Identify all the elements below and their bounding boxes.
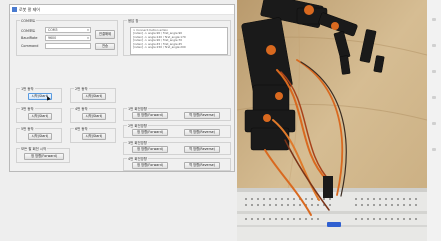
direction-group-4: 4번 회전방향 정 방향(Forward) 역 방향(Reverse) [123,156,231,171]
stage: 로봇 팔 제어 COM포트 COM포트 COM3 ▾ BaudRate 9600… [0,0,441,241]
direction-group-2: 2번 회전방향 정 방향(Forward) 역 방향(Reverse) [123,123,231,138]
main-direction-title: 모든 팔 회전 시작 [20,146,48,151]
main-direction-group: 모든 팔 회전 시작 정 방향(Forward) [16,146,70,163]
forward-button-2[interactable]: 정 방향(Forward) [132,129,168,136]
strip-marker [432,70,436,73]
direction-group-title: 1번 회전방향 [127,106,148,111]
motor-group-3: 3번 동작 시작(Start) [16,106,62,123]
com-port-group: COM포트 COM포트 COM3 ▾ BaudRate 9600 ▾ Comma… [16,18,118,56]
motor-group-title: 4번 동작 [74,106,89,111]
command-label: Command [21,44,39,48]
com-port-group-title: COM포트 [20,18,37,23]
response-log[interactable]: > Connect motion action [index] -> angle… [130,27,228,55]
client-area: COM포트 COM포트 COM3 ▾ BaudRate 9600 ▾ Comma… [10,15,234,171]
motor-group-title: 2번 동작 [74,86,89,91]
strip-marker [432,96,436,99]
connect-button[interactable]: 연결해제 [95,30,115,39]
response-group: 응답 창 > Connect motion action [index] -> … [123,18,231,56]
strip-marker [432,148,436,151]
cable-connector [323,176,333,198]
motor-group-title: 1번 동작 [20,86,35,91]
response-group-title: 응답 창 [127,18,140,23]
chevron-down-icon: ▾ [87,28,89,32]
motor-6-start-button[interactable]: 시작(Start) [82,133,106,140]
baud-rate-select[interactable]: 9600 ▾ [45,35,91,41]
direction-group-1: 1번 회전방향 정 방향(Forward) 역 방향(Reverse) [123,106,231,121]
reverse-button-4[interactable]: 역 방향(Reverse) [184,162,220,169]
forward-button-1[interactable]: 정 방향(Forward) [132,112,168,119]
motor-group-1: 1번 동작 시작(Start) [16,86,62,103]
forward-button-4[interactable]: 정 방향(Forward) [132,162,168,169]
com-port-select[interactable]: COM3 ▾ [45,27,91,33]
reverse-button-3[interactable]: 역 방향(Reverse) [184,146,220,153]
window-title: 로봇 팔 제어 [19,6,40,12]
motor-group-5: 5번 동작 시작(Start) [16,126,62,143]
chevron-down-icon: ▾ [87,36,89,40]
app-icon [12,7,17,12]
direction-group-3: 3번 회전방향 정 방향(Forward) 역 방향(Reverse) [123,140,231,155]
log-line: [index] -> angle:150 / first_angle:200 [133,45,186,50]
direction-group-title: 2번 회전방향 [127,123,148,128]
strip-marker [432,18,436,21]
direction-group-title: 4번 회전방향 [127,156,148,161]
motor-3-start-button[interactable]: 시작(Start) [28,113,52,120]
motor-group-4: 4번 동작 시작(Start) [70,106,116,123]
baud-rate-label: BaudRate [21,36,38,40]
strip-marker [432,44,436,47]
title-bar: 로봇 팔 제어 [10,5,234,15]
motor-group-2: 2번 동작 시작(Start) [70,86,116,103]
forward-button-3[interactable]: 정 방향(Forward) [132,146,168,153]
blue-cable-tag [327,222,341,227]
reverse-button-2[interactable]: 역 방향(Reverse) [184,129,220,136]
com-port-label: COM포트 [21,29,36,33]
strip-marker [432,122,436,125]
motor-group-title: 3번 동작 [20,106,35,111]
send-button[interactable]: 전송 [95,43,115,50]
motor-group-title: 6번 동작 [74,126,89,131]
robot-arm-illustration [237,0,427,241]
motor-4-start-button[interactable]: 시작(Start) [82,113,106,120]
motor-group-title: 5번 동작 [20,126,35,131]
app-window: 로봇 팔 제어 COM포트 COM포트 COM3 ▾ BaudRate 9600… [9,4,235,172]
command-input[interactable] [45,43,91,49]
direction-group-title: 3번 회전방향 [127,140,148,145]
side-strip [427,0,441,241]
motor-group-6: 6번 동작 시작(Start) [70,126,116,143]
motor-5-start-button[interactable]: 시작(Start) [28,133,52,140]
main-forward-button[interactable]: 정 방향(Forward) [24,153,64,160]
reverse-button-1[interactable]: 역 방향(Reverse) [184,112,220,119]
robot-arm-photo [237,0,427,241]
motor-2-start-button[interactable]: 시작(Start) [82,93,106,100]
